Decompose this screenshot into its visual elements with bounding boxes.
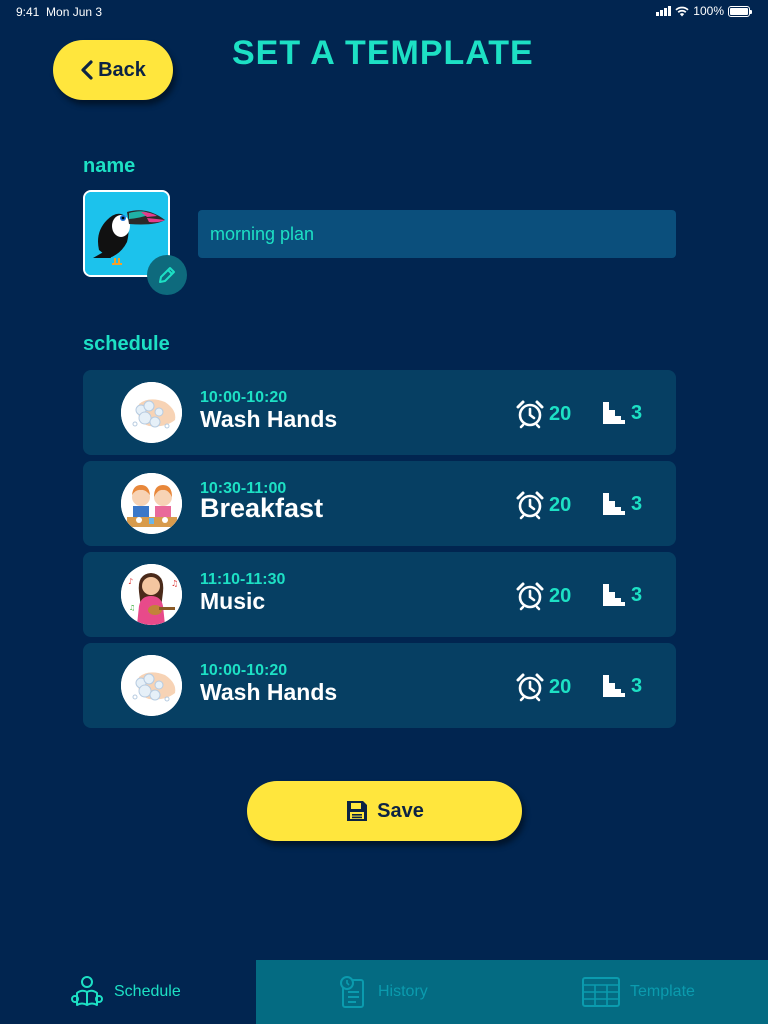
- item-time: 10:00-10:20: [200, 662, 288, 679]
- save-label: Save: [377, 799, 424, 822]
- item-name: Breakfast: [200, 493, 324, 523]
- item-duration: 20: [515, 399, 571, 429]
- steps-value: 3: [631, 674, 643, 697]
- wash-hands-icon: [121, 382, 182, 443]
- item-time: 11:10-11:30: [200, 571, 286, 588]
- name-section-label: name: [83, 155, 136, 177]
- wash-hands-icon: [121, 655, 182, 716]
- back-button[interactable]: Back: [53, 40, 173, 100]
- steps-icon: [603, 675, 625, 697]
- calendar-grid-icon: [582, 977, 620, 1007]
- steps-value: 3: [631, 492, 643, 515]
- duration-value: 20: [549, 675, 572, 698]
- alarm-clock-icon: [516, 400, 544, 429]
- reading-person-icon: [71, 976, 103, 1006]
- item-steps: 3: [602, 401, 642, 425]
- battery-icon: [728, 5, 752, 17]
- item-name: Wash Hands: [200, 679, 338, 705]
- svg-text:♪: ♪: [128, 577, 133, 586]
- edit-avatar-button[interactable]: [147, 255, 187, 295]
- save-button[interactable]: Save: [247, 781, 522, 841]
- schedule-item[interactable]: 10:00-10:20 Wash Hands 20 3: [83, 643, 676, 728]
- signal-icon: [656, 6, 672, 16]
- item-name: Music: [200, 588, 266, 614]
- steps-icon: [603, 584, 625, 606]
- alarm-clock-icon: [516, 491, 544, 520]
- tab-history[interactable]: History: [256, 960, 512, 1024]
- item-steps: 3: [602, 674, 642, 698]
- date-text: Mon Jun 3: [46, 5, 103, 19]
- steps-value: 3: [631, 401, 643, 424]
- status-time: 9:41 Mon Jun 3: [16, 5, 102, 19]
- steps-icon: [603, 493, 625, 515]
- item-duration: 20: [515, 672, 571, 702]
- tab-schedule[interactable]: Schedule: [0, 960, 256, 1024]
- schedule-item[interactable]: ♪ ♫ ♫ 11:10-11:30 Music 20 3: [83, 552, 676, 637]
- schedule-list: 10:00-10:20 Wash Hands 20 3 10:30-11:00 …: [83, 370, 676, 734]
- item-steps: 3: [602, 492, 642, 516]
- schedule-item[interactable]: 10:30-11:00 Breakfast 20 3: [83, 461, 676, 546]
- tab-template-label: Template: [630, 983, 695, 1000]
- chevron-left-icon: [81, 60, 93, 80]
- steps-value: 3: [631, 583, 643, 606]
- duration-value: 20: [549, 584, 572, 607]
- music-icon: ♪ ♫ ♫: [121, 564, 182, 625]
- steps-icon: [603, 402, 625, 424]
- pencil-icon: [159, 267, 175, 283]
- duration-value: 20: [549, 402, 572, 425]
- duration-value: 20: [549, 493, 572, 516]
- schedule-section-label: schedule: [83, 333, 170, 355]
- item-time: 10:00-10:20: [200, 389, 288, 406]
- item-duration: 20: [515, 581, 571, 611]
- svg-text:♫: ♫: [171, 579, 178, 588]
- item-duration: 20: [515, 490, 571, 520]
- clipboard-icon: [340, 976, 364, 1008]
- battery-percent: 100%: [693, 4, 724, 18]
- tab-history-label: History: [378, 983, 428, 1000]
- template-name-input[interactable]: [198, 210, 676, 258]
- alarm-clock-icon: [516, 673, 544, 702]
- floppy-disk-icon: [347, 801, 368, 821]
- alarm-clock-icon: [516, 582, 544, 611]
- status-bar: 9:41 Mon Jun 3 100%: [0, 0, 768, 24]
- page-title: SET A TEMPLATE: [232, 34, 534, 72]
- time-text: 9:41: [16, 5, 40, 19]
- tab-bar: Schedule History Template: [0, 960, 768, 1024]
- svg-text:♫: ♫: [129, 604, 135, 612]
- schedule-item[interactable]: 10:00-10:20 Wash Hands 20 3: [83, 370, 676, 455]
- tab-template[interactable]: Template: [512, 960, 768, 1024]
- breakfast-icon: [121, 473, 182, 534]
- back-label: Back: [98, 58, 146, 81]
- item-steps: 3: [602, 583, 642, 607]
- wifi-icon: [675, 6, 689, 16]
- tab-schedule-label: Schedule: [114, 983, 181, 1000]
- item-name: Wash Hands: [200, 406, 338, 432]
- status-indicators: 100%: [656, 4, 752, 18]
